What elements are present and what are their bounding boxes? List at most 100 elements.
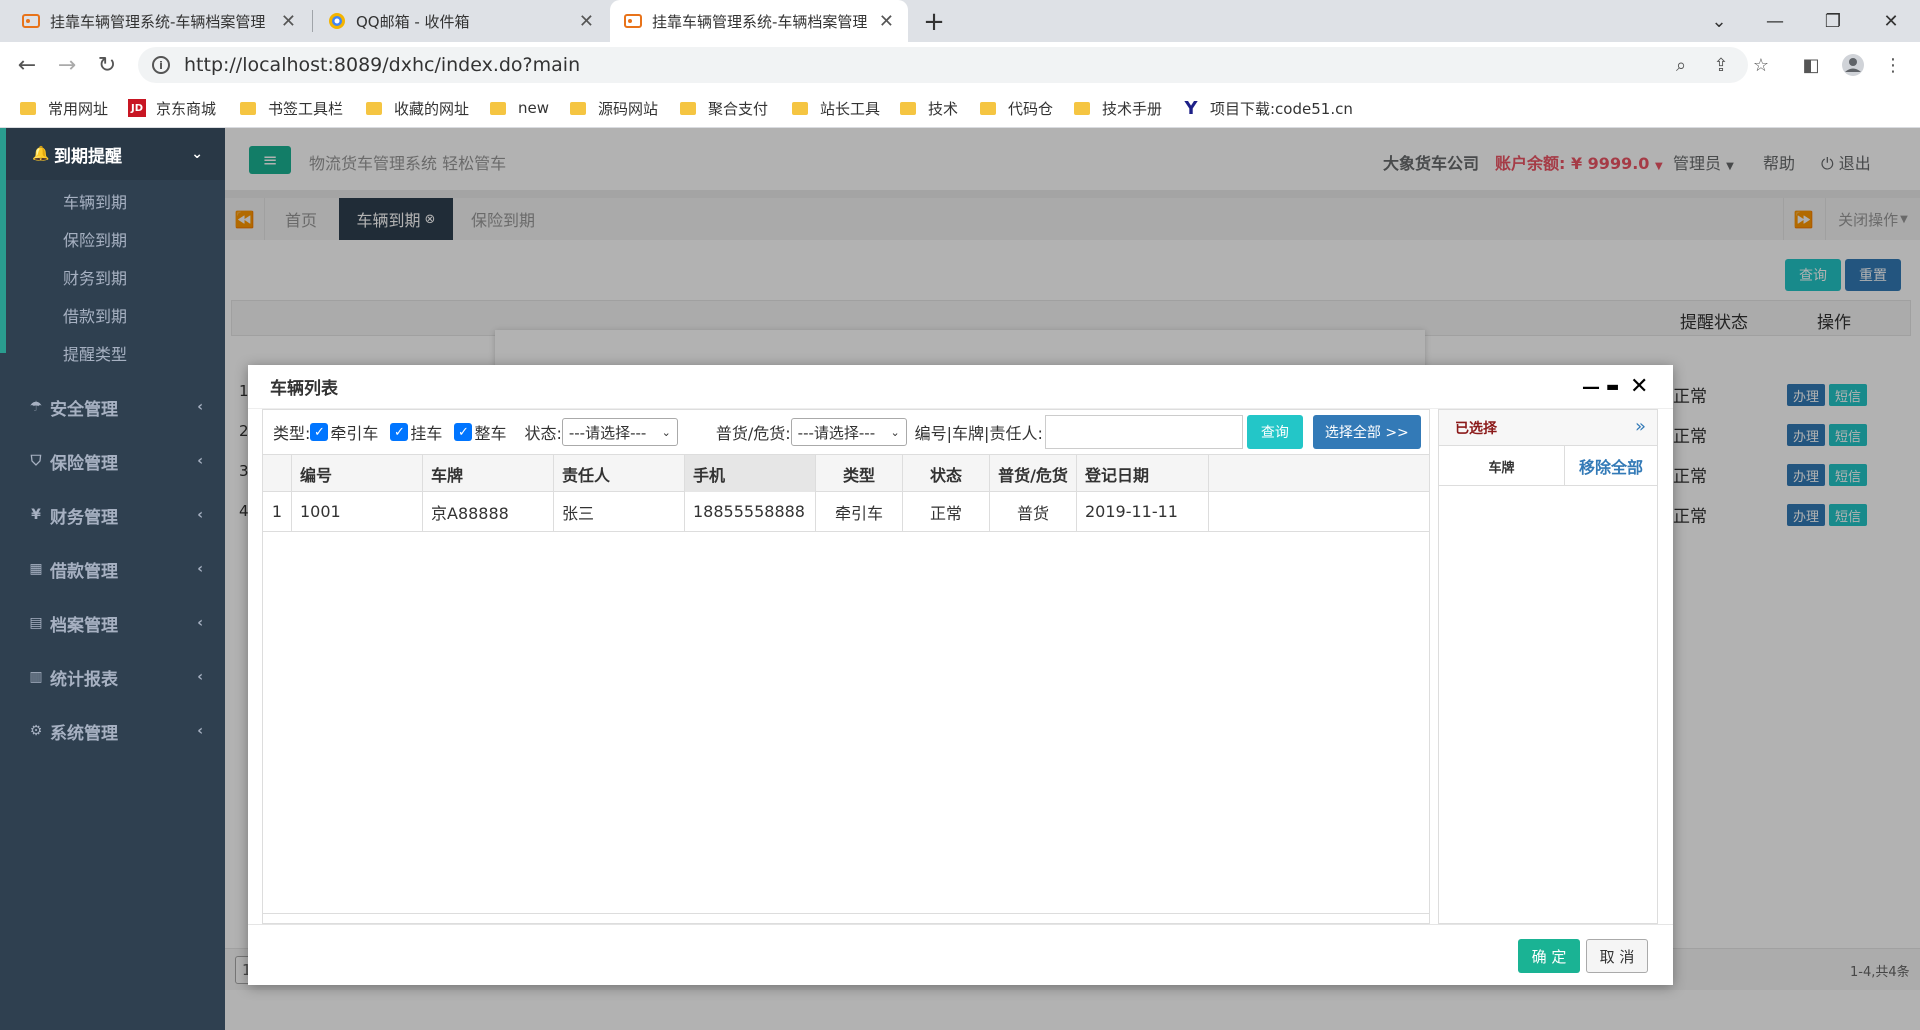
folder-icon (680, 101, 696, 115)
close-tab-icon[interactable]: ✕ (579, 11, 594, 32)
url-text: http://localhost:8089/dxhc/index.do?main (184, 54, 581, 76)
browser-menu-icon[interactable]: ⋮ (1880, 52, 1906, 78)
query-button[interactable]: 查询 (1246, 415, 1303, 449)
reload-icon[interactable]: ↻ (92, 50, 122, 80)
sidebar-item-insurance[interactable]: ⛉ 保险管理 ‹ (0, 434, 225, 488)
col-no[interactable]: 编号 (292, 455, 423, 492)
side-panel-icon[interactable]: ◧ (1798, 52, 1824, 78)
tab-search-icon[interactable]: ⌄ (1690, 0, 1748, 42)
folder-icon (366, 101, 382, 115)
checkbox-tractor[interactable]: ✓ (310, 423, 329, 441)
sidebar-section-reminder[interactable]: 🔔 到期提醒 ⌄ (6, 128, 225, 180)
sidebar-item-finance-expiry[interactable]: 财务到期 (6, 258, 225, 296)
close-tab-icon[interactable]: ✕ (281, 11, 296, 32)
bookmark-item[interactable]: 技术手册 (1074, 96, 1162, 120)
close-tab-icon[interactable]: ✕ (879, 11, 894, 32)
ok-button[interactable]: 确 定 (1518, 939, 1580, 973)
bookmark-item[interactable]: 代码仓 (980, 96, 1053, 120)
goods-select[interactable]: ---请选择--- ⌄ (790, 418, 907, 446)
chevron-left-icon: ‹ (197, 669, 203, 685)
bookmark-item[interactable]: 常用网址 (20, 96, 108, 120)
close-window-icon[interactable]: ✕ (1862, 0, 1920, 42)
bookmark-item[interactable]: 源码网站 (570, 96, 658, 120)
double-chevron-right-icon[interactable]: » (1635, 416, 1646, 437)
sidebar-item-safety[interactable]: ☂ 安全管理 ‹ (0, 380, 225, 434)
col-plate[interactable]: 车牌 (423, 455, 554, 492)
cell-goods: 普货 (990, 492, 1077, 531)
sidebar-item-insurance-expiry[interactable]: 保险到期 (6, 220, 225, 258)
browser-tab-2[interactable]: QQ邮箱 - 收件箱 ✕ (314, 0, 608, 42)
status-select[interactable]: ---请选择--- ⌄ (561, 418, 678, 446)
col-goods[interactable]: 普货/危货 (990, 455, 1077, 492)
filter-toolbar: 类型: ✓ 牵引车 ✓ 挂车 ✓ 整车 状态: ---请选择--- ⌄ 普货/危货: -… (263, 410, 1429, 454)
sidebar-item-finance[interactable]: ¥ 财务管理 ‹ (0, 488, 225, 542)
table-row[interactable]: 1 1001 京A88888 张三 18855558888 牵引车 正常 普货 … (263, 492, 1429, 532)
maximize-icon[interactable]: ▬ (1606, 379, 1619, 395)
browser-tab-strip: 挂靠车辆管理系统-车辆档案管理 ✕ QQ邮箱 - 收件箱 ✕ 挂靠车辆管理系统-… (0, 0, 1920, 42)
bookmark-item[interactable]: 站长工具 (792, 96, 880, 120)
checkbox-whole-vehicle[interactable]: ✓ (454, 423, 473, 441)
zoom-icon[interactable]: ⌕ (1668, 52, 1694, 78)
minimize-icon[interactable]: — (1746, 0, 1804, 42)
chevron-left-icon: ‹ (197, 453, 203, 469)
bookmark-item[interactable]: 收藏的网址 (366, 96, 469, 120)
sidebar-item-reminder-types[interactable]: 提醒类型 (6, 334, 225, 372)
bookmark-star-icon[interactable]: ☆ (1748, 52, 1774, 78)
cell-no: 1001 (292, 492, 423, 531)
yen-icon: ¥ (31, 507, 41, 523)
new-tab-button[interactable]: + (918, 6, 950, 38)
sidebar-item-vehicle-expiry[interactable]: 车辆到期 (6, 182, 225, 220)
app-favicon-icon (624, 12, 642, 30)
checkbox-label: 整车 (474, 424, 507, 443)
col-type[interactable]: 类型 (816, 455, 903, 492)
sidebar-item-loans[interactable]: ▦ 借款管理 ‹ (0, 542, 225, 596)
folder-icon (980, 101, 996, 115)
bookmark-item[interactable]: JD 京东商城 (128, 96, 216, 120)
chevron-down-icon: ⌄ (890, 425, 900, 439)
back-icon[interactable]: ← (12, 50, 42, 80)
umbrella-icon: ☂ (29, 399, 43, 415)
browser-tab-title: 挂靠车辆管理系统-车辆档案管理 (652, 12, 868, 31)
checkbox-trailer[interactable]: ✓ (390, 423, 409, 441)
folder-icon (20, 101, 36, 115)
url-bar[interactable]: i http://localhost:8089/dxhc/index.do?ma… (138, 47, 1748, 83)
search-label: 编号|车牌|责任人: (914, 424, 1043, 443)
cancel-button[interactable]: 取 消 (1586, 939, 1648, 973)
bookmark-item[interactable]: 书签工具栏 (240, 96, 343, 120)
bookmark-item[interactable]: 技术 (900, 96, 958, 120)
search-input[interactable] (1044, 415, 1243, 449)
bell-icon: 🔔 (32, 146, 50, 162)
bookmark-item[interactable]: Y 项目下载:code51.cn (1182, 96, 1352, 120)
share-icon[interactable]: ⇪ (1708, 52, 1734, 78)
bookmark-item[interactable]: 聚合支付 (680, 96, 768, 120)
select-all-button[interactable]: 选择全部 >> (1312, 415, 1421, 449)
remove-all-button[interactable]: 移除全部 (1565, 446, 1657, 486)
col-reg-date[interactable]: 登记日期 (1077, 455, 1209, 492)
close-icon[interactable]: ✕ (1630, 374, 1648, 399)
chevron-left-icon: ‹ (197, 507, 203, 523)
forward-icon[interactable]: → (52, 50, 82, 80)
bookmark-item[interactable]: new (490, 96, 549, 120)
profile-avatar-icon[interactable] (1840, 52, 1866, 78)
col-index (263, 455, 292, 492)
app-favicon-icon (22, 12, 40, 30)
selected-title: 已选择 (1439, 410, 1657, 446)
address-bar-row: ← → ↻ i http://localhost:8089/dxhc/index… (0, 42, 1920, 88)
sidebar-item-archives[interactable]: ▤ 档案管理 ‹ (0, 596, 225, 650)
col-owner[interactable]: 责任人 (554, 455, 685, 492)
sidebar-item-loan-expiry[interactable]: 借款到期 (6, 296, 225, 334)
browser-tab-3-active[interactable]: 挂靠车辆管理系统-车辆档案管理 ✕ (610, 0, 908, 42)
sidebar-item-system[interactable]: ⚙ 系统管理 ‹ (0, 704, 225, 758)
sidebar-item-reports[interactable]: ▥ 统计报表 ‹ (0, 650, 225, 704)
vehicle-list-dialog: 车辆列表 — ▬ ✕ 类型: ✓ 牵引车 ✓ 挂车 ✓ 整车 状态: ---请选择--… (248, 365, 1673, 985)
jd-logo-icon: JD (128, 99, 146, 117)
col-status[interactable]: 状态 (903, 455, 990, 492)
gear-icon: ⚙ (29, 723, 43, 739)
restore-icon[interactable]: ❐ (1804, 0, 1862, 42)
col-phone[interactable]: 手机 (685, 455, 816, 492)
browser-tab-1[interactable]: 挂靠车辆管理系统-车辆档案管理 ✕ (8, 0, 310, 42)
minimize-icon[interactable]: — (1582, 377, 1600, 398)
chevron-left-icon: ‹ (197, 723, 203, 739)
grid-bottom-scrollbar[interactable] (263, 913, 1429, 917)
site-info-icon[interactable]: i (152, 56, 170, 74)
